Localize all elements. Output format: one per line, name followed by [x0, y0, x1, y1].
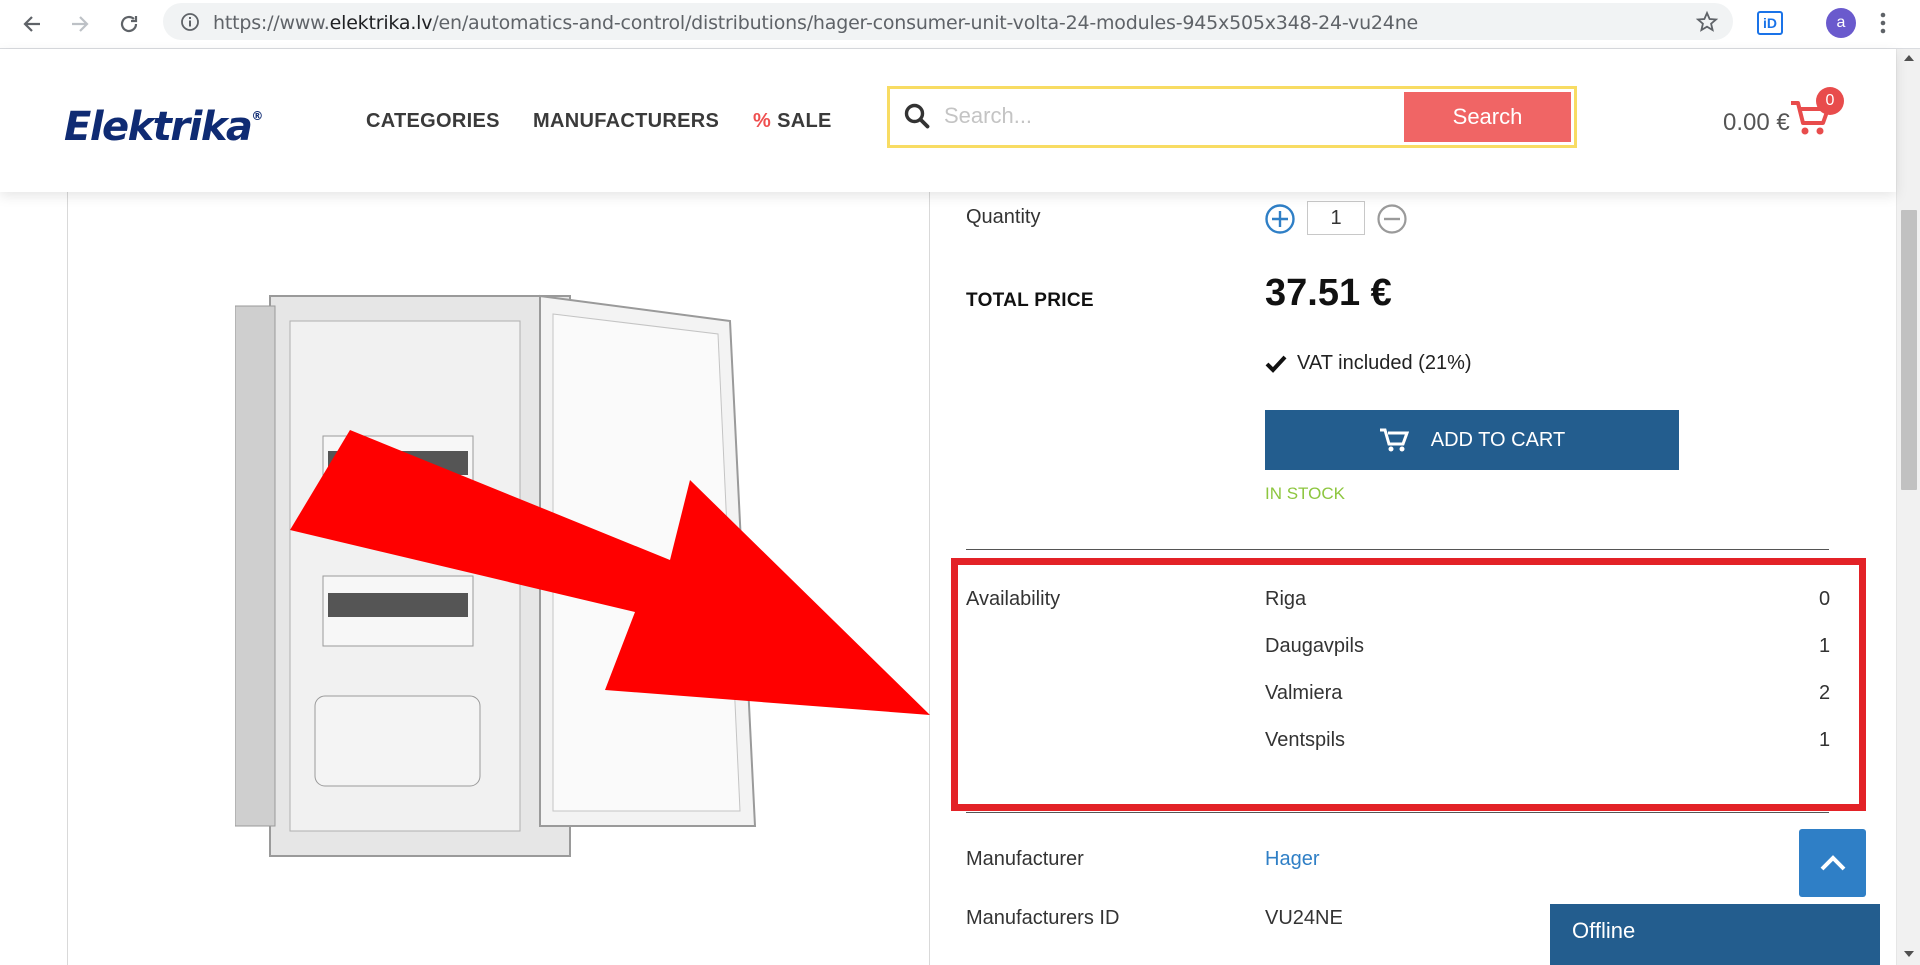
scroll-thumb[interactable]	[1901, 210, 1917, 490]
chat-widget[interactable]: Offline	[1550, 904, 1880, 965]
address-bar[interactable]: https://www.elektrika.lv/en/automatics-a…	[163, 3, 1733, 40]
profile-initial: a	[1836, 14, 1846, 31]
section-divider	[966, 812, 1829, 813]
search-icon	[904, 103, 930, 129]
percent-icon: %	[753, 110, 772, 132]
url-text: https://www.elektrika.lv/en/automatics-a…	[213, 12, 1419, 34]
scroll-up-icon[interactable]	[1903, 53, 1915, 63]
forward-arrow-icon	[72, 16, 89, 32]
profile-avatar[interactable]: a	[1826, 8, 1856, 38]
check-icon	[1265, 355, 1287, 373]
extension-label: iD	[1763, 15, 1777, 31]
manufacturer-id: VU24NE	[1265, 907, 1343, 929]
search-button[interactable]: Search	[1404, 92, 1571, 142]
vat-note: VAT included (21%)	[1265, 352, 1472, 375]
highlight-box	[951, 558, 1866, 811]
add-to-cart-label: ADD TO CART	[1430, 428, 1566, 451]
browser-menu-icon[interactable]	[1878, 10, 1888, 36]
scroll-down-icon[interactable]	[1903, 949, 1915, 959]
reload-button[interactable]	[113, 8, 145, 40]
manufacturer-id-label: Manufacturers ID	[966, 907, 1120, 929]
site-header: Elektrika® CATEGORIES MANUFACTURERS % SAL…	[0, 49, 1896, 192]
manufacturer-label: Manufacturer	[966, 848, 1084, 870]
forward-button[interactable]	[64, 8, 96, 40]
browser-toolbar: https://www.elektrika.lv/en/automatics-a…	[0, 0, 1920, 49]
stock-status: IN STOCK	[1265, 484, 1345, 503]
page-scrollbar[interactable]	[1896, 49, 1920, 965]
nav-categories[interactable]: CATEGORIES	[366, 110, 500, 133]
info-icon[interactable]	[180, 12, 200, 32]
manufacturer-link[interactable]: Hager	[1265, 848, 1319, 871]
annotation-arrow	[290, 430, 930, 715]
decrease-quantity-icon[interactable]	[1376, 203, 1408, 235]
product-detail: Quantity TOTAL PRICE 37.51 € VAT include…	[0, 192, 1896, 965]
vat-text: VAT included (21%)	[1297, 352, 1472, 374]
cart-count-badge: 0	[1816, 87, 1844, 115]
nav-sale-label: SALE	[777, 110, 832, 132]
increase-quantity-icon[interactable]	[1264, 203, 1296, 235]
section-divider	[966, 549, 1829, 550]
quantity-input[interactable]	[1307, 201, 1365, 235]
nav-sale[interactable]: % SALE	[753, 110, 832, 133]
search-box: Search	[887, 86, 1577, 148]
site-logo[interactable]: Elektrika®	[64, 104, 263, 150]
cart-icon	[1379, 428, 1409, 452]
reload-icon	[120, 15, 138, 33]
quantity-label: Quantity	[966, 206, 1041, 228]
total-price-label: TOTAL PRICE	[966, 290, 1094, 311]
chevron-up-icon	[1820, 855, 1845, 871]
cart-total[interactable]: 0.00 €	[1723, 109, 1790, 137]
add-to-cart-button[interactable]: ADD TO CART	[1265, 410, 1679, 470]
total-price: 37.51 €	[1265, 272, 1392, 314]
divider	[67, 192, 68, 965]
nav-manufacturers[interactable]: MANUFACTURERS	[533, 110, 719, 133]
bookmark-star-icon[interactable]	[1695, 10, 1719, 34]
back-button[interactable]	[16, 8, 48, 40]
search-input[interactable]	[944, 97, 1404, 135]
chat-status: Offline	[1572, 918, 1636, 943]
extension-button[interactable]: iD	[1757, 11, 1783, 35]
back-arrow-icon	[23, 16, 40, 32]
scroll-to-top-button[interactable]	[1799, 829, 1866, 897]
